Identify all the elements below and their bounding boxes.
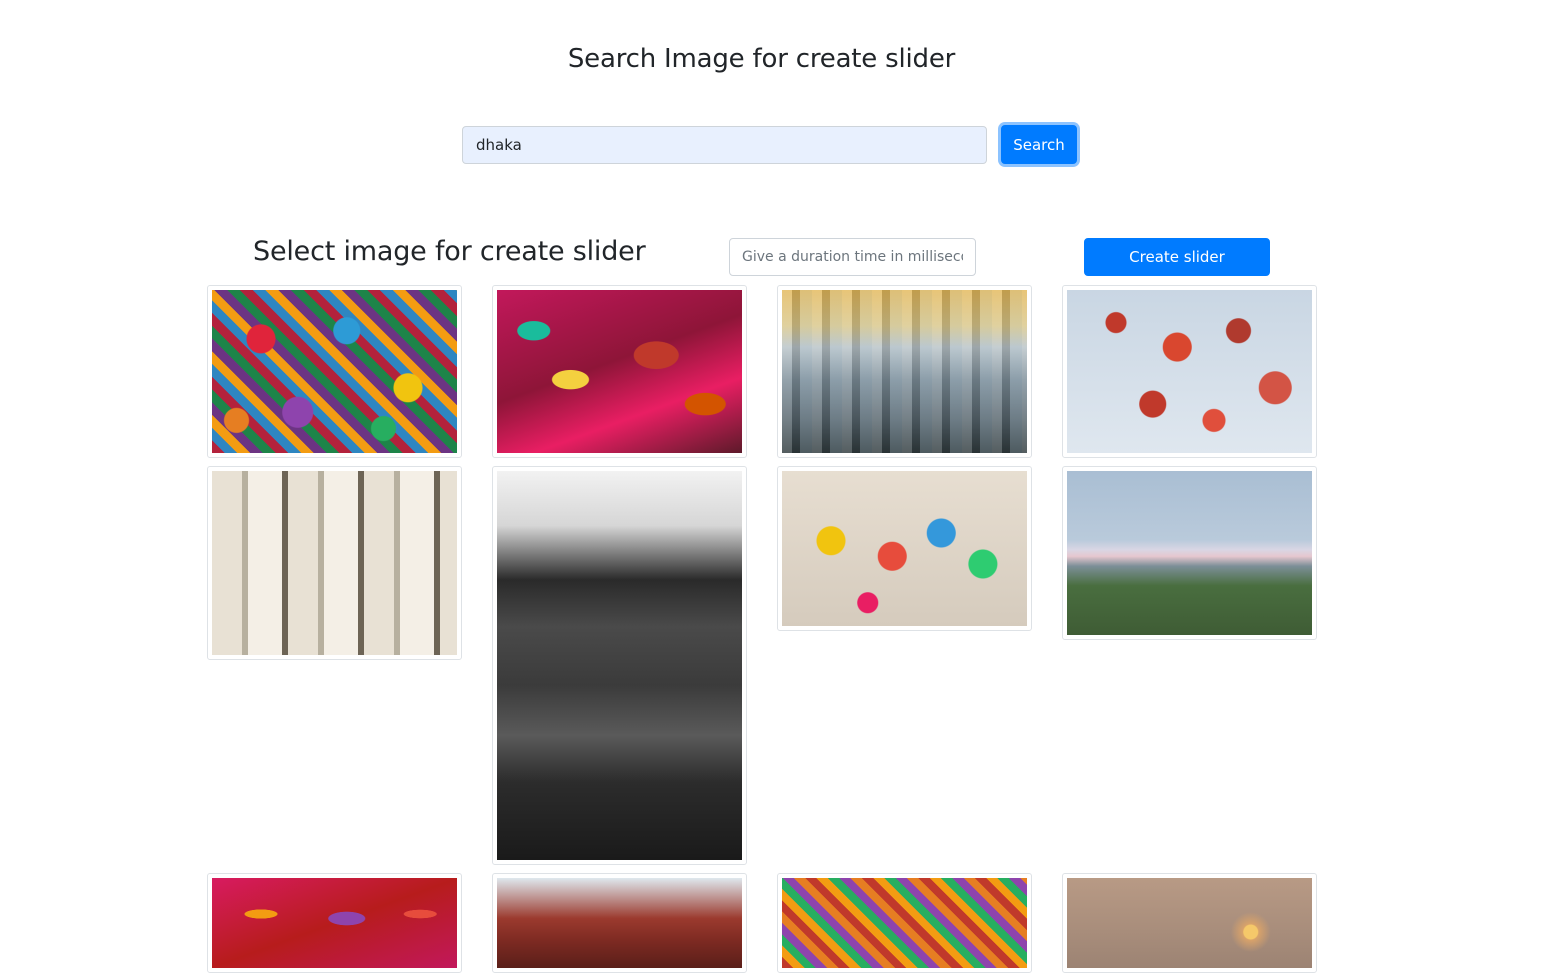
image-photo bbox=[782, 878, 1027, 968]
image-thumbnail[interactable] bbox=[1062, 466, 1317, 640]
image-thumbnail[interactable] bbox=[777, 873, 1032, 973]
image-photo bbox=[497, 290, 742, 453]
image-thumbnail[interactable] bbox=[207, 285, 462, 458]
page-title: Search Image for create slider bbox=[567, 44, 956, 74]
image-thumbnail[interactable] bbox=[492, 285, 747, 458]
image-photo bbox=[782, 290, 1027, 453]
image-thumbnail[interactable] bbox=[492, 466, 747, 865]
select-image-heading: Select image for create slider bbox=[253, 236, 646, 267]
image-photo bbox=[212, 290, 457, 453]
image-thumbnail[interactable] bbox=[777, 285, 1032, 458]
image-photo bbox=[1067, 471, 1312, 635]
create-slider-button[interactable]: Create slider bbox=[1084, 238, 1270, 276]
image-thumbnail[interactable] bbox=[777, 466, 1032, 631]
image-photo bbox=[1067, 878, 1312, 968]
search-input[interactable] bbox=[462, 126, 987, 164]
image-thumbnail[interactable] bbox=[207, 466, 462, 660]
image-thumbnail[interactable] bbox=[1062, 873, 1317, 973]
image-photo bbox=[212, 471, 457, 655]
image-photo bbox=[1067, 290, 1312, 453]
image-thumbnail[interactable] bbox=[207, 873, 462, 973]
image-photo bbox=[782, 471, 1027, 626]
image-thumbnail[interactable] bbox=[1062, 285, 1317, 458]
image-thumbnail[interactable] bbox=[492, 873, 747, 973]
image-photo bbox=[497, 471, 742, 860]
duration-input[interactable] bbox=[729, 238, 976, 276]
search-button[interactable]: Search bbox=[1001, 125, 1077, 164]
image-photo bbox=[497, 878, 742, 968]
image-photo bbox=[212, 878, 457, 968]
